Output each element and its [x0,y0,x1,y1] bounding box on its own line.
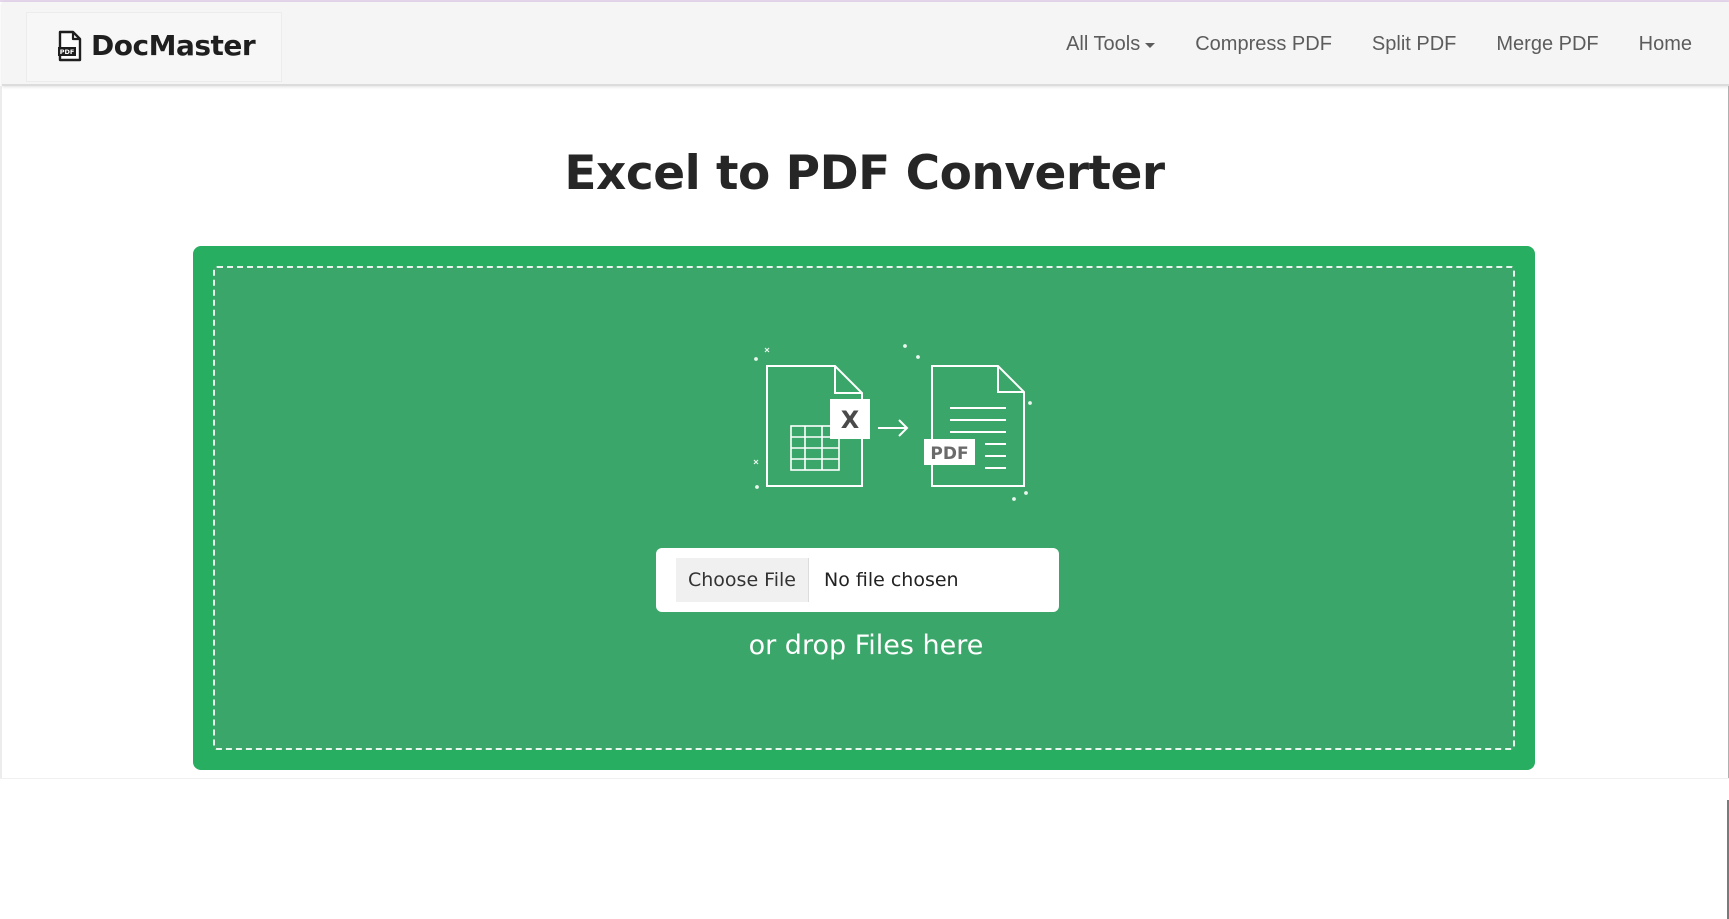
nav-compress-pdf[interactable]: Compress PDF [1195,33,1332,56]
excel-badge-label: X [841,406,860,434]
page: PDF DocMaster All Tools Compress PDF Spl… [0,0,1729,919]
brand-link[interactable]: PDF DocMaster [26,12,282,82]
caret-down-icon [1145,42,1156,48]
choose-file-button[interactable]: Choose File [676,558,809,602]
nav-split-pdf[interactable]: Split PDF [1372,33,1456,56]
file-status-text: No file chosen [824,569,959,591]
arrow-right-icon [878,419,909,437]
nav-all-tools-label: All Tools [1066,32,1141,55]
brand-icon-label: PDF [60,48,75,56]
file-input[interactable]: Choose File No file chosen [656,548,1059,612]
pdf-file-icon: PDF [58,30,82,62]
sparkle-decorations [753,344,1032,501]
upload-dropzone[interactable]: X PDF Choose File No file chosen or drop… [193,246,1535,770]
drop-hint: or drop Files here [748,630,984,661]
excel-file-icon: X [766,365,870,487]
nav-merge-pdf[interactable]: Merge PDF [1496,33,1598,56]
pdf-document-icon: PDF [924,365,1025,487]
nav-home[interactable]: Home [1639,33,1692,56]
pdf-badge-label: PDF [930,444,968,464]
nav-links: All Tools Compress PDF Split PDF Merge P… [1046,2,1729,86]
page-title: Excel to PDF Converter [564,146,1165,201]
navbar: PDF DocMaster All Tools Compress PDF Spl… [2,2,1729,86]
content-bottom-divider [0,778,1729,779]
excel-to-pdf-illustration: X PDF [753,344,1032,501]
brand-name: DocMaster [91,29,256,62]
dropzone-dashed-area[interactable]: X PDF Choose File No file chosen or drop… [213,266,1515,750]
nav-all-tools-dropdown[interactable]: All Tools [1066,32,1156,56]
